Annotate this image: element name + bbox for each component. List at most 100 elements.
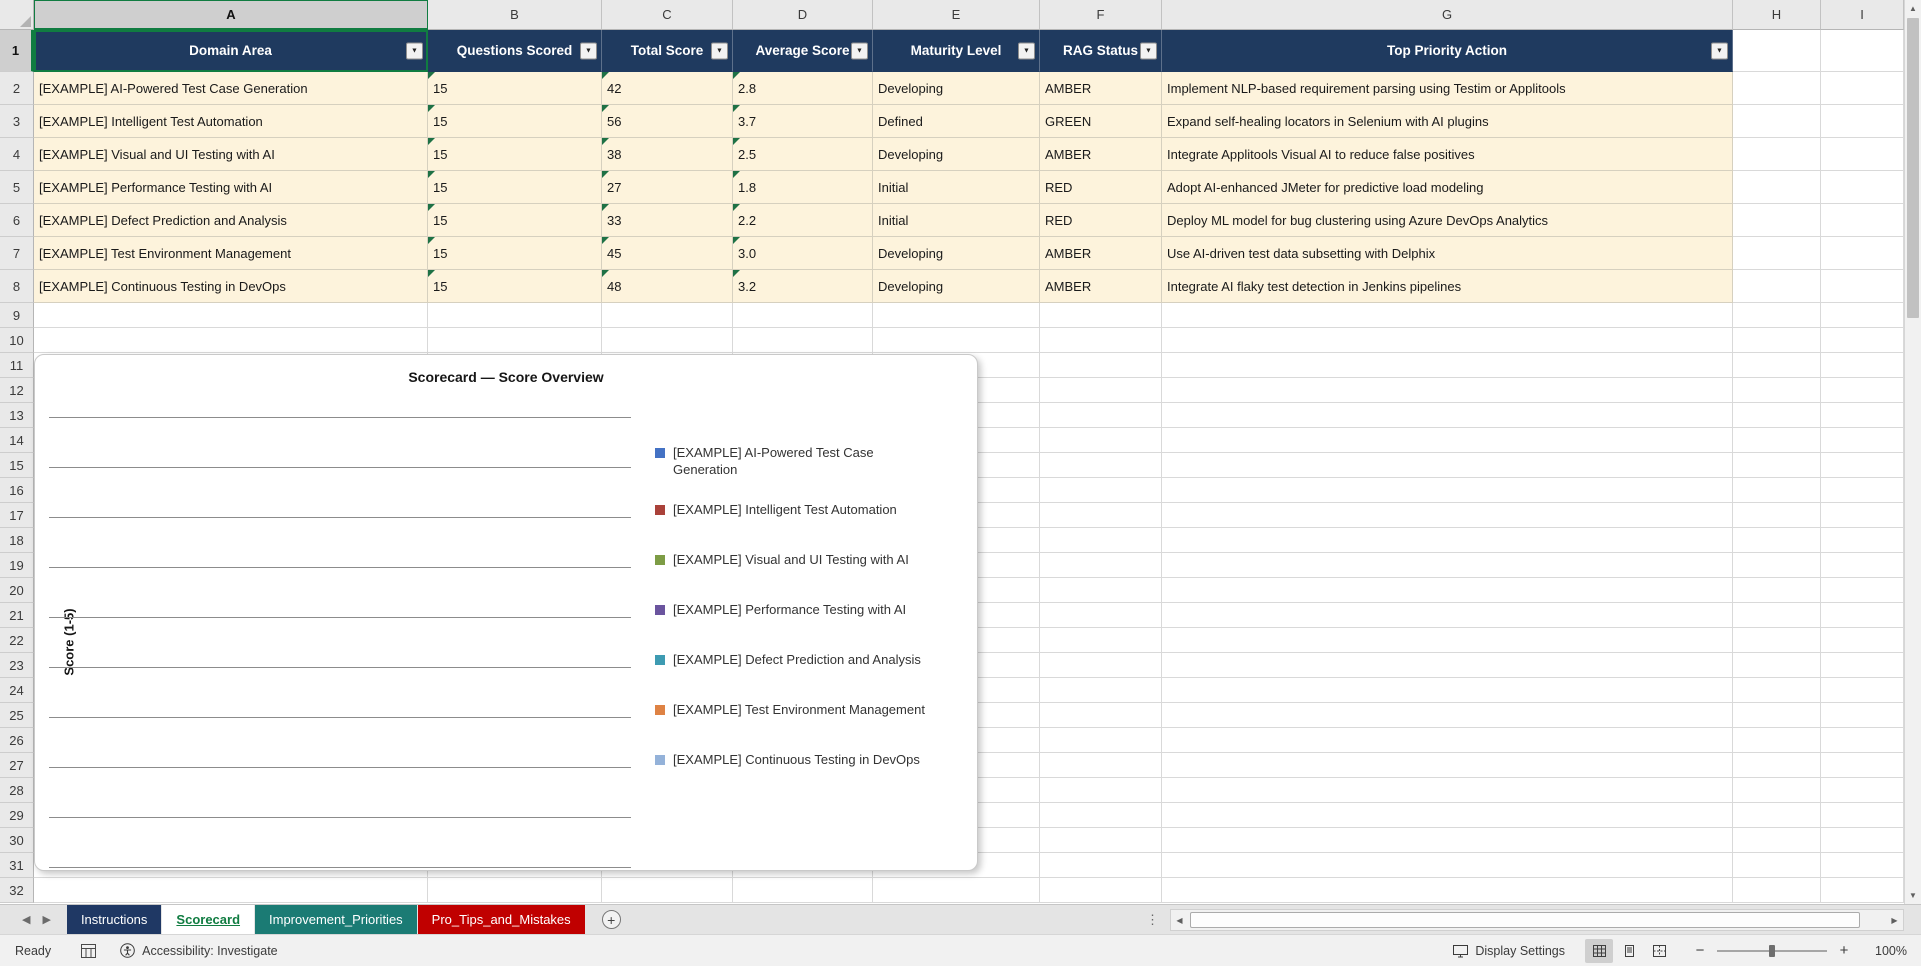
cell-H8[interactable] — [1733, 270, 1821, 303]
cell-H7[interactable] — [1733, 237, 1821, 270]
cell-C32[interactable] — [602, 878, 733, 903]
cell-D1[interactable]: Average Score ▼ — [733, 30, 873, 72]
cell-A4[interactable]: [EXAMPLE] Visual and UI Testing with AI — [34, 138, 428, 171]
cell-G12[interactable] — [1162, 378, 1733, 403]
cell-F14[interactable] — [1040, 428, 1162, 453]
row-header-11[interactable]: 11 — [0, 353, 34, 378]
sheet-tab-pro_tips_and_mistakes[interactable]: Pro_Tips_and_Mistakes — [417, 905, 585, 934]
cell-I17[interactable] — [1821, 503, 1904, 528]
cell-F32[interactable] — [1040, 878, 1162, 903]
cell-C6[interactable]: 33 — [602, 204, 733, 237]
cell-I32[interactable] — [1821, 878, 1904, 903]
cell-H26[interactable] — [1733, 728, 1821, 753]
horizontal-scrollbar-thumb[interactable] — [1190, 912, 1861, 928]
row-header-7[interactable]: 7 — [0, 237, 34, 270]
cell-I23[interactable] — [1821, 653, 1904, 678]
cell-H11[interactable] — [1733, 353, 1821, 378]
cell-D10[interactable] — [733, 328, 873, 353]
cell-F10[interactable] — [1040, 328, 1162, 353]
row-header-9[interactable]: 9 — [0, 303, 34, 328]
cell-B2[interactable]: 15 — [428, 72, 602, 105]
cell-H9[interactable] — [1733, 303, 1821, 328]
sheet-nav-right-icon[interactable]: ▶ — [42, 913, 50, 926]
row-header-22[interactable]: 22 — [0, 628, 34, 653]
cell-H21[interactable] — [1733, 603, 1821, 628]
cell-H6[interactable] — [1733, 204, 1821, 237]
cell-E9[interactable] — [873, 303, 1040, 328]
cell-G22[interactable] — [1162, 628, 1733, 653]
row-header-29[interactable]: 29 — [0, 803, 34, 828]
row-header-4[interactable]: 4 — [0, 138, 34, 171]
cell-I1[interactable] — [1821, 30, 1904, 72]
filter-button-E[interactable]: ▼ — [1018, 42, 1035, 59]
cell-F29[interactable] — [1040, 803, 1162, 828]
cell-I2[interactable] — [1821, 72, 1904, 105]
cell-F26[interactable] — [1040, 728, 1162, 753]
cell-H29[interactable] — [1733, 803, 1821, 828]
cell-H12[interactable] — [1733, 378, 1821, 403]
cell-G2[interactable]: Implement NLP-based requirement parsing … — [1162, 72, 1733, 105]
cell-G4[interactable]: Integrate Applitools Visual AI to reduce… — [1162, 138, 1733, 171]
cell-C7[interactable]: 45 — [602, 237, 733, 270]
cell-I24[interactable] — [1821, 678, 1904, 703]
cell-F16[interactable] — [1040, 478, 1162, 503]
cell-I13[interactable] — [1821, 403, 1904, 428]
cell-I21[interactable] — [1821, 603, 1904, 628]
vertical-scrollbar-thumb[interactable] — [1907, 18, 1919, 318]
cell-I31[interactable] — [1821, 853, 1904, 878]
view-page-break-button[interactable] — [1645, 939, 1673, 963]
cell-F30[interactable] — [1040, 828, 1162, 853]
row-header-2[interactable]: 2 — [0, 72, 34, 105]
cell-F9[interactable] — [1040, 303, 1162, 328]
cell-F3[interactable]: GREEN — [1040, 105, 1162, 138]
cell-H20[interactable] — [1733, 578, 1821, 603]
cell-F1[interactable]: RAG Status ▼ — [1040, 30, 1162, 72]
row-header-3[interactable]: 3 — [0, 105, 34, 138]
row-header-10[interactable]: 10 — [0, 328, 34, 353]
zoom-slider[interactable] — [1717, 944, 1827, 958]
cell-F6[interactable]: RED — [1040, 204, 1162, 237]
cell-H27[interactable] — [1733, 753, 1821, 778]
cell-F15[interactable] — [1040, 453, 1162, 478]
row-header-16[interactable]: 16 — [0, 478, 34, 503]
cell-G1[interactable]: Top Priority Action ▼ — [1162, 30, 1733, 72]
column-header-C[interactable]: C — [602, 0, 733, 30]
cell-I27[interactable] — [1821, 753, 1904, 778]
column-header-F[interactable]: F — [1040, 0, 1162, 30]
cell-C2[interactable]: 42 — [602, 72, 733, 105]
cell-H15[interactable] — [1733, 453, 1821, 478]
row-header-14[interactable]: 14 — [0, 428, 34, 453]
cell-E1[interactable]: Maturity Level ▼ — [873, 30, 1040, 72]
row-header-15[interactable]: 15 — [0, 453, 34, 478]
cell-H2[interactable] — [1733, 72, 1821, 105]
cell-B6[interactable]: 15 — [428, 204, 602, 237]
accessibility-status[interactable]: Accessibility: Investigate — [120, 943, 278, 958]
cell-I12[interactable] — [1821, 378, 1904, 403]
cell-I15[interactable] — [1821, 453, 1904, 478]
cell-G29[interactable] — [1162, 803, 1733, 828]
chart[interactable]: Scorecard — Score Overview Score (1-5) [… — [34, 354, 978, 871]
cell-I25[interactable] — [1821, 703, 1904, 728]
cell-B8[interactable]: 15 — [428, 270, 602, 303]
filter-button-G[interactable]: ▼ — [1711, 42, 1728, 59]
filter-button-C[interactable]: ▼ — [711, 42, 728, 59]
cell-F31[interactable] — [1040, 853, 1162, 878]
row-header-8[interactable]: 8 — [0, 270, 34, 303]
cell-E5[interactable]: Initial — [873, 171, 1040, 204]
cell-A1[interactable]: Domain Area ▼ — [34, 30, 428, 72]
cell-H18[interactable] — [1733, 528, 1821, 553]
cell-I6[interactable] — [1821, 204, 1904, 237]
select-all-button[interactable] — [0, 0, 34, 30]
zoom-slider-thumb[interactable] — [1769, 944, 1775, 957]
cell-C4[interactable]: 38 — [602, 138, 733, 171]
cell-G7[interactable]: Use AI-driven test data subsetting with … — [1162, 237, 1733, 270]
cell-I18[interactable] — [1821, 528, 1904, 553]
cell-I3[interactable] — [1821, 105, 1904, 138]
cell-D4[interactable]: 2.5 — [733, 138, 873, 171]
cell-H17[interactable] — [1733, 503, 1821, 528]
cell-I10[interactable] — [1821, 328, 1904, 353]
cell-D9[interactable] — [733, 303, 873, 328]
cell-B4[interactable]: 15 — [428, 138, 602, 171]
cell-G19[interactable] — [1162, 553, 1733, 578]
cell-I16[interactable] — [1821, 478, 1904, 503]
